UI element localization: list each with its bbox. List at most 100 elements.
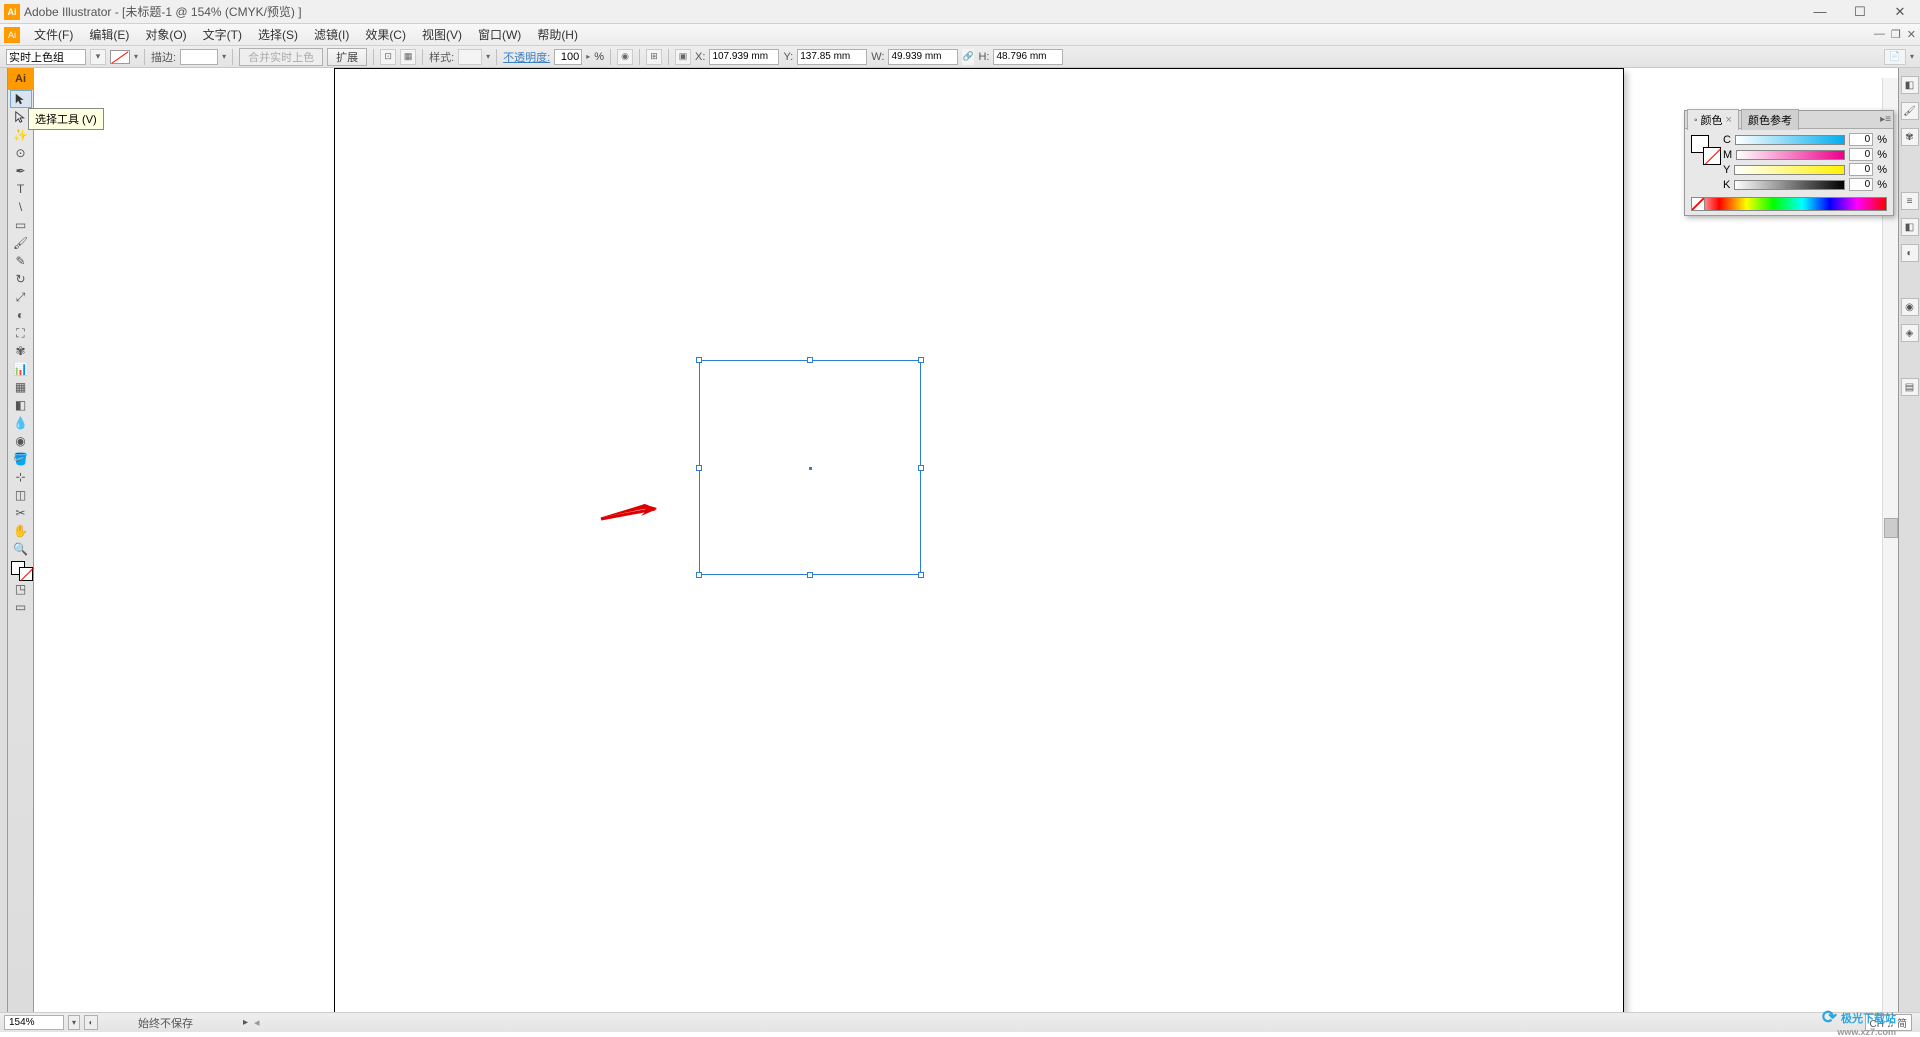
m-value-field[interactable] [1849,148,1873,161]
doc-minimize-button[interactable]: — [1874,28,1885,41]
panel-menu-icon[interactable]: ▸≡ [1880,114,1891,125]
color-tab[interactable]: ◦ 颜色 × [1687,109,1739,130]
opacity-field[interactable] [554,49,582,65]
link-wh-icon[interactable]: 🔗 [962,49,974,65]
warp-tool[interactable]: ◐ [10,306,32,324]
y-field[interactable] [797,49,867,65]
appearance-panel-icon[interactable]: ◉ [1901,298,1919,316]
resize-handle[interactable] [918,465,924,471]
maximize-button[interactable]: ☐ [1840,0,1880,24]
stroke-weight-field[interactable] [180,49,218,65]
menu-help[interactable]: 帮助(H) [529,24,586,45]
scroll-left-icon[interactable]: ◂ [254,1016,260,1029]
selection-tool[interactable] [10,90,32,108]
dropdown-icon[interactable]: ▾ [486,52,490,61]
recolor-icon[interactable]: ◉ [617,49,633,65]
resize-handle[interactable] [807,572,813,578]
graph-tool[interactable]: 📊 [10,360,32,378]
gradient-panel-icon[interactable]: ◧ [1901,218,1919,236]
selection-type-field[interactable] [6,49,86,65]
symbols-panel-icon[interactable]: ✾ [1901,128,1919,146]
scissors-tool[interactable]: ✂ [10,504,32,522]
crop-tool[interactable]: ⊹ [10,468,32,486]
pencil-tool[interactable]: ✎ [10,252,32,270]
tools-panel-icon[interactable]: ◧ [1901,76,1919,94]
resize-handle[interactable] [918,357,924,363]
free-transform-tool[interactable]: ⛶ [10,324,32,342]
menu-view[interactable]: 视图(V) [414,24,470,45]
type-tool[interactable]: T [10,180,32,198]
fill-stroke-swatch[interactable] [10,560,32,580]
zoom-tool[interactable]: 🔍 [10,540,32,558]
isolation-icon[interactable]: ⊡ [380,49,396,65]
color-panel[interactable]: ◦ 颜色 × 颜色参考 ▸≡ C% M% Y% K% [1684,110,1894,216]
status-popup-icon[interactable]: ▸ [243,1017,248,1028]
layers-panel-icon[interactable]: ▤ [1901,378,1919,396]
canvas[interactable] [34,68,1898,1012]
vertical-scrollbar[interactable] [1882,78,1898,1012]
panel-fill-stroke-swatch[interactable] [1691,135,1717,161]
paintbrush-tool[interactable]: 🖌 [10,234,32,252]
transparency-panel-icon[interactable]: ◐ [1901,244,1919,262]
nav-icon[interactable]: ◐ [84,1015,98,1030]
close-button[interactable]: ✕ [1880,0,1920,24]
menu-edit[interactable]: 编辑(E) [81,24,137,45]
resize-handle[interactable] [918,572,924,578]
dropdown-icon[interactable]: ▾ [222,52,226,61]
screen-mode-tool[interactable]: ▭ [10,598,32,616]
dropdown-icon[interactable]: ▾ [1910,52,1914,61]
gradient-tool[interactable]: ◧ [10,396,32,414]
arrange-doc-icon[interactable]: 📄 [1884,49,1906,65]
rectangle-tool[interactable]: ▭ [10,216,32,234]
stroke-panel-icon[interactable]: ≡ [1901,192,1919,210]
resize-handle[interactable] [807,357,813,363]
opacity-popup-icon[interactable]: ▸ [586,52,590,61]
menu-type[interactable]: 文字(T) [195,24,250,45]
c-slider[interactable] [1735,135,1845,145]
eraser-tool[interactable]: ◫ [10,486,32,504]
hand-tool[interactable]: ✋ [10,522,32,540]
minimize-button[interactable]: — [1800,0,1840,24]
menu-window[interactable]: 窗口(W) [470,24,529,45]
c-value-field[interactable] [1849,133,1873,146]
transform-anchor-icon[interactable]: ▣ [675,49,691,65]
dropdown-icon[interactable]: ▾ [134,52,138,61]
resize-handle[interactable] [696,357,702,363]
brushes-panel-icon[interactable]: 🖌 [1901,102,1919,120]
resize-handle[interactable] [696,572,702,578]
line-tool[interactable]: \ [10,198,32,216]
zoom-field[interactable] [4,1015,64,1030]
symbol-sprayer-tool[interactable]: ✾ [10,342,32,360]
style-swatch-icon[interactable] [458,49,482,65]
lasso-tool[interactable]: ⊙ [10,144,32,162]
pen-tool[interactable]: ✒ [10,162,32,180]
live-paint-tool[interactable]: 🪣 [10,450,32,468]
menu-select[interactable]: 选择(S) [250,24,306,45]
opacity-label[interactable]: 不透明度: [503,49,550,65]
doc-close-button[interactable]: ✕ [1907,28,1916,41]
w-field[interactable] [888,49,958,65]
zoom-dropdown-icon[interactable]: ▾ [68,1015,80,1030]
y-value-field[interactable] [1849,163,1873,176]
doc-restore-button[interactable]: ❐ [1891,28,1901,41]
k-slider[interactable] [1734,180,1845,190]
menu-filter[interactable]: 滤镜(I) [306,24,357,45]
y-slider[interactable] [1734,165,1845,175]
color-guide-tab[interactable]: 颜色参考 [1741,109,1799,130]
scale-tool[interactable]: ⤢ [10,288,32,306]
fill-swatch-icon[interactable] [110,50,130,64]
m-slider[interactable] [1736,150,1845,160]
close-tab-icon[interactable]: × [1726,114,1732,126]
align-icon[interactable]: ⊞ [646,49,662,65]
eyedropper-tool[interactable]: 💧 [10,414,32,432]
k-value-field[interactable] [1849,178,1873,191]
dropdown-icon[interactable]: ▾ [90,49,106,65]
h-field[interactable] [993,49,1063,65]
selected-rectangle[interactable] [699,360,921,575]
menu-object[interactable]: 对象(O) [137,24,194,45]
x-field[interactable] [709,49,779,65]
resize-handle[interactable] [696,465,702,471]
graphic-styles-panel-icon[interactable]: ◈ [1901,324,1919,342]
menu-effect[interactable]: 效果(C) [357,24,414,45]
mask-icon[interactable]: ▦ [400,49,416,65]
